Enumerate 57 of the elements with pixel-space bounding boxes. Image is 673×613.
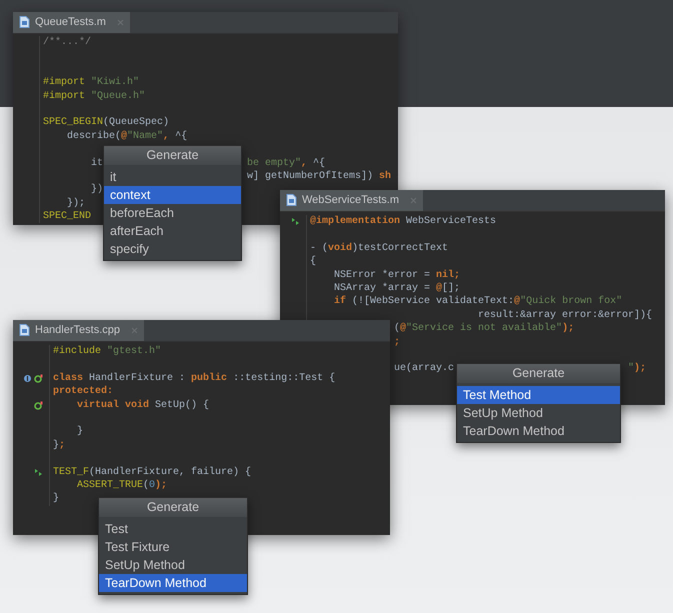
- code-text: it: [91, 156, 104, 170]
- menu-item[interactable]: TearDown Method: [99, 574, 247, 592]
- code-text: class HandlerFixture : public ::testing::Test {: [53, 372, 336, 386]
- editor-tab[interactable]: WebServiceTests.m: [280, 190, 423, 211]
- code-text: @implementation WebServiceTests: [310, 215, 496, 228]
- code-text: });: [67, 196, 86, 210]
- code-text: be empty", ^{: [247, 156, 326, 170]
- menu-item[interactable]: Test: [99, 520, 247, 538]
- menu-item[interactable]: SetUp Method: [99, 556, 247, 574]
- menu-item[interactable]: SetUp Method: [457, 404, 620, 422]
- code-text: NSError *error = nil;: [334, 268, 460, 282]
- menu-item[interactable]: afterEach: [104, 222, 241, 240]
- code-text: #import "Kiwi.h": [43, 76, 140, 90]
- code-text: (@"Service is not available");: [394, 322, 574, 336]
- code-text: result:&array error:&error]){: [478, 308, 652, 322]
- code-text: describe(@"Name", ^{: [67, 130, 188, 144]
- popup-title: Generate: [99, 498, 247, 517]
- code-text: SPEC_BEGIN(QueueSpec): [43, 116, 170, 130]
- code-text: };: [53, 438, 66, 452]
- code-text: ASSERT_TRUE(0);: [77, 478, 168, 492]
- code-text: if (![WebService validateText:@"Quick brown fox": [334, 295, 622, 309]
- code-text: }: [53, 492, 60, 506]
- code-text: }): [91, 183, 104, 197]
- code-text: #import "Queue.h": [43, 90, 146, 103]
- code-text: ue(array.c: [394, 362, 454, 376]
- code-text: {: [310, 255, 316, 269]
- menu-item[interactable]: Test Fixture: [99, 538, 247, 556]
- editor-tab[interactable]: QueueTests.m: [13, 12, 130, 33]
- popup-title: Generate: [104, 146, 241, 165]
- menu-item[interactable]: Test Method: [457, 386, 620, 404]
- file-icon: [286, 194, 297, 206]
- implemented-icon[interactable]: [34, 400, 43, 410]
- code-text: - (void)testCorrectText: [310, 242, 448, 256]
- code-text: TEST_F(HandlerFixture, failure) {: [53, 466, 252, 479]
- menu-item[interactable]: context: [104, 186, 241, 204]
- code-text: ");: [628, 362, 646, 376]
- code-text: ;: [394, 336, 400, 349]
- run-icon[interactable]: [34, 468, 43, 477]
- file-icon: [19, 324, 30, 336]
- menu-item[interactable]: TearDown Method: [457, 422, 620, 440]
- code-text: #include "gtest.h": [53, 345, 162, 358]
- code-text: w] getNumberOfItems]) sh: [247, 170, 392, 184]
- run-icon[interactable]: [291, 217, 300, 226]
- code-text: SPEC_END: [43, 210, 92, 224]
- overridden-icon[interactable]: [23, 374, 32, 383]
- implemented-icon[interactable]: [34, 374, 43, 383]
- editor-tab[interactable]: HandlerTests.cpp: [13, 320, 144, 341]
- code-text: virtual void SetUp() {: [77, 398, 210, 412]
- menu-item[interactable]: specify: [104, 240, 241, 258]
- popup-title: Generate: [457, 364, 620, 383]
- code-text: }: [77, 425, 84, 439]
- code-text: /**...*/: [43, 36, 92, 50]
- file-icon: [19, 16, 30, 28]
- menu-item[interactable]: it: [104, 168, 241, 186]
- menu-item[interactable]: beforeEach: [104, 204, 241, 222]
- code-text: protected:: [53, 385, 114, 399]
- code-text: NSArray *array = @[];: [334, 282, 460, 296]
